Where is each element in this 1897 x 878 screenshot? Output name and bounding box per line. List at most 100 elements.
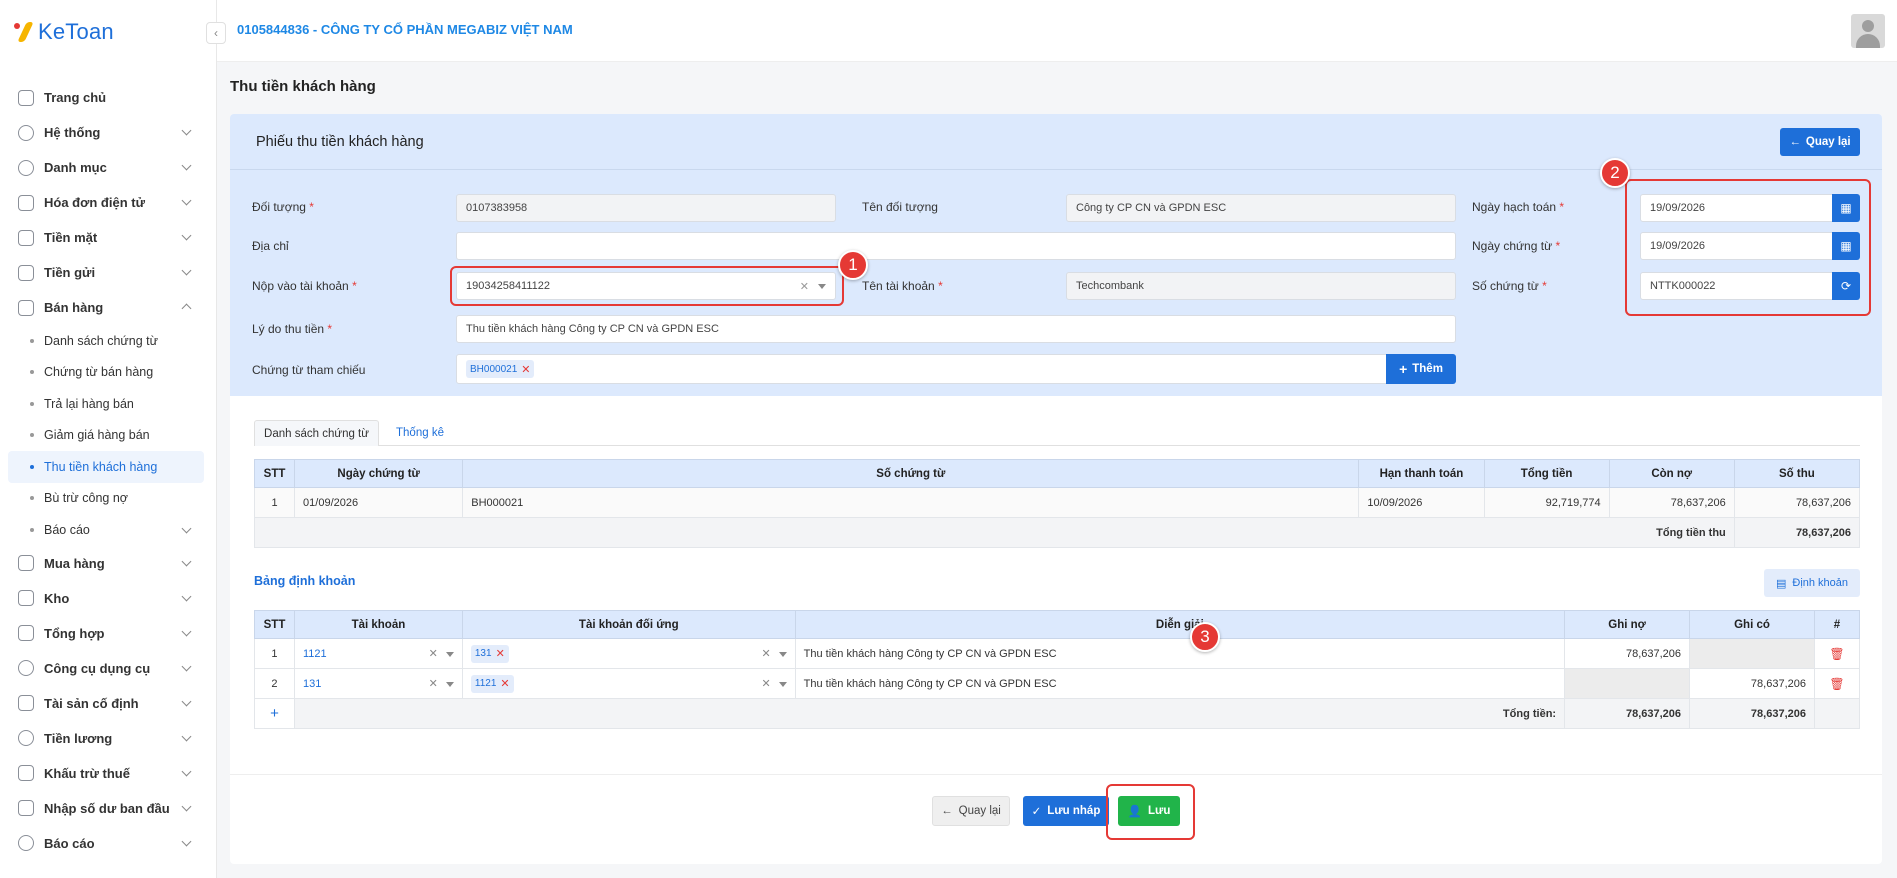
ledger-title: Bảng định khoản	[254, 574, 356, 588]
sidebar-item-tax[interactable]: Khấu trừ thuế	[8, 756, 204, 791]
sidebar-item-warehouse[interactable]: Kho	[8, 581, 204, 616]
remove-tag-icon[interactable]: ✕	[500, 677, 509, 690]
dropdown-caret-icon[interactable]	[445, 682, 454, 687]
col-due-date: Hạn thanh toán	[1358, 459, 1485, 488]
ledger-total-credit: 78,637,206	[1689, 698, 1815, 729]
highlight-box-1	[450, 266, 844, 306]
reference-tag[interactable]: BH000021 ✕	[466, 360, 535, 378]
reason-field[interactable]: Thu tiền khách hàng Công ty CP CN và GPD…	[456, 315, 1456, 343]
sidebar-item-fixed-assets[interactable]: Tài sản cố định	[8, 686, 204, 721]
dropdown-caret-icon[interactable]	[778, 652, 787, 657]
sidebar-item-einvoice[interactable]: Hóa đơn điện tử	[8, 185, 204, 220]
chevron-down-icon	[181, 696, 192, 706]
cell-debit[interactable]: 78,637,206	[1564, 638, 1691, 669]
clear-icon[interactable]: ✕	[429, 677, 438, 690]
sidebar-item-sales[interactable]: Bán hàng	[8, 290, 204, 325]
table-total-row: + Tổng tiền: 78,637,206 78,637,206	[254, 698, 1861, 729]
chevron-down-icon	[181, 731, 192, 741]
sidebar-item-label: Tổng hợp	[44, 625, 105, 641]
bullet-icon	[30, 338, 34, 343]
sidebar-item-label: Báo cáo	[44, 835, 95, 851]
customer-name-field[interactable]: Công ty CP CN và GPDN ESC	[1066, 194, 1456, 222]
tab-statistics[interactable]: Thống kê	[390, 420, 450, 446]
sidebar-item-cash[interactable]: Tiền mặt	[8, 220, 204, 255]
counter-account-tag-label: 131	[474, 648, 492, 659]
sidebar-sub-returns[interactable]: Trả lại hàng bán	[8, 388, 204, 420]
sidebar-sub-discount[interactable]: Giảm giá hàng bán	[8, 420, 204, 452]
clear-icon[interactable]: ✕	[429, 647, 438, 660]
chart-line-icon	[18, 625, 34, 641]
sidebar-item-deposit[interactable]: Tiền gửi	[8, 255, 204, 290]
save-draft-button[interactable]: ✓ Lưu nháp	[1023, 796, 1109, 826]
save-draft-label: Lưu nháp	[1047, 805, 1101, 817]
sidebar-sub-doc-list[interactable]: Danh sách chứng từ	[8, 325, 204, 357]
counter-account-select[interactable]: 1121 ✕ ✕	[461, 668, 796, 699]
reference-docs-field[interactable]: BH000021 ✕	[456, 354, 1388, 384]
sidebar-sub-label: Chứng từ bán hàng	[44, 365, 154, 380]
table-row[interactable]: 1 01/09/2026 BH000021 10/09/2026 92,719,…	[253, 487, 1861, 518]
sidebar-item-summary[interactable]: Tổng hợp	[8, 616, 204, 651]
dropdown-caret-icon[interactable]	[445, 652, 454, 657]
sidebar-item-opening-balance[interactable]: Nhập số dư ban đầu	[8, 791, 204, 826]
logo[interactable]: KeToan	[12, 14, 114, 50]
delete-row-button[interactable]: 🗑	[1813, 668, 1861, 699]
avatar[interactable]	[1851, 14, 1885, 48]
highlight-box-2	[1625, 179, 1871, 316]
cell-description[interactable]: Thu tiền khách hàng Công ty CP CN và GPD…	[794, 638, 1566, 669]
add-reference-button[interactable]: + Thêm	[1386, 354, 1456, 384]
sidebar-item-label: Hóa đơn điện tử	[44, 195, 145, 210]
cell-credit[interactable]: 78,637,206	[1689, 668, 1815, 699]
account-name-field[interactable]: Techcombank	[1066, 272, 1456, 300]
sidebar-item-label: Kho	[44, 590, 70, 606]
back-button-top[interactable]: ← Quay lại	[1780, 128, 1860, 156]
sidebar-item-catalog[interactable]: Danh mục	[8, 150, 204, 185]
sidebar-item-label: Công cụ dụng cụ	[44, 660, 151, 676]
bullet-icon	[30, 496, 34, 501]
sidebar-item-reports[interactable]: Báo cáo	[8, 826, 204, 861]
sidebar-sub-report[interactable]: Báo cáo	[8, 514, 204, 546]
bullet-icon	[30, 401, 34, 406]
add-row-button[interactable]: +	[254, 698, 295, 729]
account-select[interactable]: 1121 ✕	[293, 638, 463, 669]
cell-due-date: 10/09/2026	[1358, 487, 1485, 518]
counter-account-tag-label: 1121	[474, 678, 497, 689]
cell-collected[interactable]: 78,637,206	[1733, 487, 1861, 518]
remove-tag-icon[interactable]: ✕	[521, 363, 530, 376]
bullet-icon	[30, 527, 34, 532]
delete-row-button[interactable]: 🗑	[1813, 638, 1861, 669]
col-stt: STT	[254, 610, 295, 639]
sidebar-item-label: Danh mục	[44, 160, 107, 175]
dropdown-caret-icon[interactable]	[778, 682, 787, 687]
sidebar-sub-sales-docs[interactable]: Chứng từ bán hàng	[8, 357, 204, 389]
tab-document-list[interactable]: Danh sách chứng từ	[254, 420, 379, 446]
bullet-icon	[30, 433, 34, 438]
address-field[interactable]	[456, 232, 1456, 260]
logo-text: KeToan	[38, 19, 114, 44]
sidebar-sub-offset-debt[interactable]: Bù trừ công nợ	[8, 483, 204, 515]
collapse-sidebar-button[interactable]: ‹	[206, 22, 226, 44]
clear-icon[interactable]: ✕	[761, 647, 770, 660]
company-name[interactable]: 0105844836 - CÔNG TY CỔ PHẦN MEGABIZ VIỆ…	[237, 22, 573, 37]
sidebar-item-system[interactable]: Hệ thống	[8, 115, 204, 150]
sidebar-sub-label: Giảm giá hàng bán	[44, 428, 150, 443]
footer-divider	[230, 774, 1882, 775]
clear-icon[interactable]: ✕	[761, 677, 770, 690]
sidebar-item-tools[interactable]: Công cụ dụng cụ	[8, 651, 204, 686]
warehouse-icon	[18, 590, 34, 606]
bullet-icon	[30, 370, 34, 375]
cell-description[interactable]: Thu tiền khách hàng Công ty CP CN và GPD…	[794, 668, 1566, 699]
sidebar-sub-collect-payment[interactable]: Thu tiền khách hàng	[8, 451, 204, 483]
sidebar-item-home[interactable]: Trang chủ	[8, 80, 204, 115]
back-button[interactable]: ← Quay lại	[932, 796, 1010, 826]
accounting-entry-button[interactable]: ▤ Định khoản	[1764, 569, 1860, 597]
counter-account-select[interactable]: 131 ✕ ✕	[461, 638, 796, 669]
col-stt: STT	[253, 459, 296, 488]
sidebar-sub-label: Thu tiền khách hàng	[44, 459, 158, 474]
account-select[interactable]: 131 ✕	[293, 668, 463, 699]
customer-code-field[interactable]: 0107383958	[456, 194, 836, 222]
sidebar-item-purchase[interactable]: Mua hàng	[8, 546, 204, 581]
calculator-icon: ▤	[1775, 577, 1787, 590]
sidebar-item-payroll[interactable]: Tiền lương	[8, 721, 204, 756]
remove-tag-icon[interactable]: ✕	[496, 647, 505, 660]
receipt-card: Phiếu thu tiền khách hàng ← Quay lại Đối…	[230, 114, 1882, 864]
